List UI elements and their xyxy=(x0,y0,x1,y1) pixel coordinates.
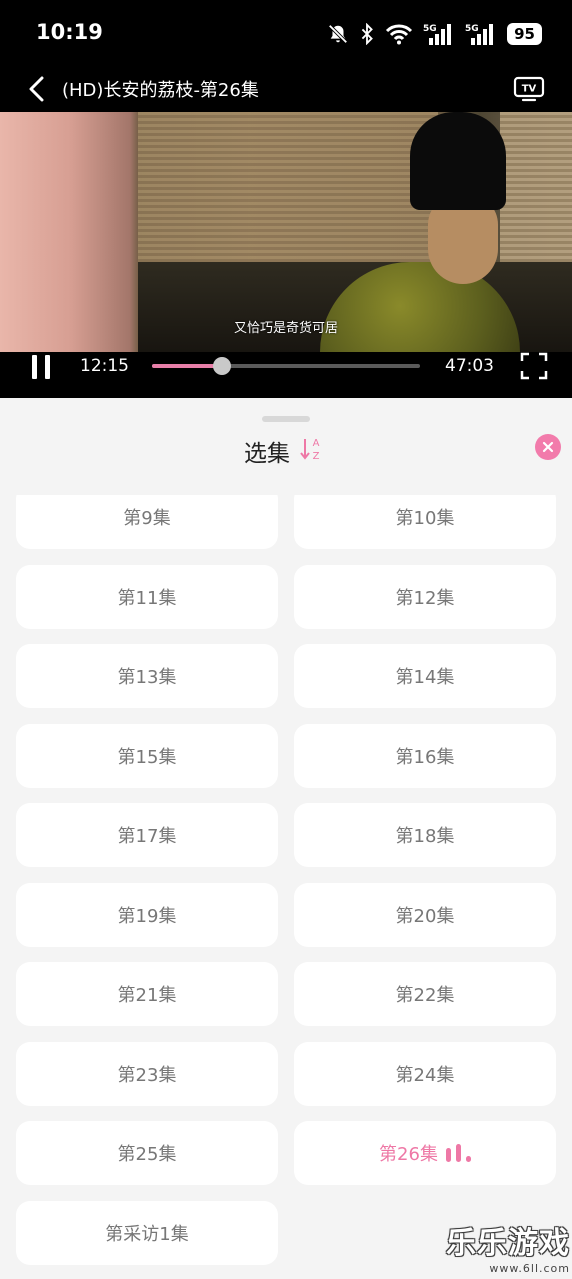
episode-label: 第14集 xyxy=(395,667,455,688)
sort-label-z: Z xyxy=(313,451,320,462)
episode-label: 第16集 xyxy=(395,746,455,768)
progress-thumb[interactable] xyxy=(212,357,231,375)
tv-cast-button[interactable]: TV xyxy=(512,72,546,106)
now-playing-icon xyxy=(445,1144,471,1162)
episode-label: 第19集 xyxy=(117,905,177,927)
fullscreen-icon xyxy=(520,352,548,380)
chevron-left-icon xyxy=(29,76,44,102)
episode-item[interactable]: 第16集 xyxy=(294,723,556,788)
duration-time: 47:03 xyxy=(445,356,494,376)
episode-item[interactable]: 第采访1集 xyxy=(16,1200,278,1265)
video-scene-blind-right xyxy=(500,112,572,262)
status-icons: 5G 5G 95 xyxy=(327,20,542,48)
video-scene-hat xyxy=(410,112,506,210)
status-time: 10:19 xyxy=(36,20,103,44)
pause-button[interactable] xyxy=(27,352,55,382)
fullscreen-button[interactable] xyxy=(520,352,548,380)
episode-item[interactable]: 第18集 xyxy=(294,803,556,867)
episode-item[interactable]: 第15集 xyxy=(16,723,278,788)
episode-item[interactable]: 第11集 xyxy=(16,564,278,629)
video-title: (HD)长安的荔枝-第26集 xyxy=(62,80,259,101)
episode-label: 第13集 xyxy=(117,667,177,688)
episode-item[interactable]: 第17集 xyxy=(16,803,278,867)
episode-label: 第9集 xyxy=(123,508,171,529)
video-subtitle: 又恰巧是奇货可居 xyxy=(233,321,338,336)
episode-item[interactable]: 第26集 xyxy=(294,1121,556,1185)
episode-label: 第23集 xyxy=(117,1064,177,1086)
episode-item[interactable]: 第9集 xyxy=(16,495,278,549)
progress-fill xyxy=(152,364,222,368)
sheet-title: 选集 xyxy=(244,441,290,467)
episode-item[interactable]: 第20集 xyxy=(294,882,556,947)
watermark-url: www.6ll.com xyxy=(489,1262,570,1275)
episode-item[interactable]: 第24集 xyxy=(294,1041,556,1106)
episode-item[interactable]: 第12集 xyxy=(294,564,556,629)
video-frame[interactable]: 又恰巧是奇货可居 xyxy=(0,112,572,352)
episode-item[interactable]: 第19集 xyxy=(16,882,278,947)
pause-icon xyxy=(32,355,50,379)
wifi-icon xyxy=(385,23,413,45)
bluetooth-icon xyxy=(359,23,375,45)
episode-item[interactable]: 第14集 xyxy=(294,644,556,708)
current-time: 12:15 xyxy=(80,356,129,376)
sheet-drag-handle[interactable] xyxy=(262,416,310,422)
episode-label: 第22集 xyxy=(395,985,455,1006)
episode-label: 第15集 xyxy=(117,746,177,768)
signal-5g-label: 5G xyxy=(465,24,479,34)
sort-label-a: A xyxy=(313,438,320,449)
episode-label: 第17集 xyxy=(117,826,177,847)
watermark-text: 乐乐游戏 xyxy=(446,1226,570,1261)
signal-5g-label: 5G xyxy=(423,24,437,34)
mute-bell-icon xyxy=(327,23,349,45)
episode-label: 第18集 xyxy=(395,826,455,847)
episode-label: 第26集 xyxy=(379,1144,438,1165)
signal-5g-icon: 5G xyxy=(465,22,497,46)
close-button[interactable] xyxy=(535,434,561,460)
episode-item[interactable]: 第23集 xyxy=(16,1041,278,1106)
episode-label: 第10集 xyxy=(395,508,455,529)
battery-indicator: 95 xyxy=(507,23,542,45)
episode-label: 第21集 xyxy=(117,985,177,1006)
signal-5g-icon: 5G xyxy=(423,22,455,46)
sort-button[interactable]: AZ xyxy=(300,436,322,462)
progress-bar[interactable] xyxy=(152,357,420,375)
episode-item[interactable]: 第21集 xyxy=(16,962,278,1026)
tv-label: TV xyxy=(522,84,537,95)
episode-label: 第采访1集 xyxy=(105,1223,189,1245)
tv-cast-icon: TV xyxy=(513,76,545,102)
episode-label: 第11集 xyxy=(117,587,177,609)
episode-label: 第12集 xyxy=(395,587,455,609)
episode-label: 第24集 xyxy=(395,1064,455,1086)
watermark: 乐乐游戏 www.6ll.com xyxy=(446,1218,570,1275)
episode-label: 第25集 xyxy=(117,1144,177,1165)
episode-item[interactable]: 第22集 xyxy=(294,962,556,1026)
player-header: (HD)长安的荔枝-第26集 TV xyxy=(0,68,572,112)
episode-label: 第20集 xyxy=(395,905,455,927)
episode-grid: 第9集 第10集第11集 第12集第13集 第14集第15集 第16集第17集 第18集第… xyxy=(16,495,556,1279)
sort-az-icon: AZ xyxy=(300,438,320,462)
status-bar: 10:19 5G 5G 95 xyxy=(0,0,572,68)
back-button[interactable] xyxy=(20,72,54,106)
episode-sheet: 选集 AZ 第9集 第10集第11集 第12集第13集 第14集第15集 第16集第17… xyxy=(0,400,572,1279)
player-controls: 12:15 47:03 xyxy=(0,352,572,398)
episode-item[interactable]: 第13集 xyxy=(16,644,278,708)
video-scene-blind xyxy=(138,112,438,262)
episode-item[interactable]: 第10集 xyxy=(294,495,556,549)
episode-item[interactable]: 第25集 xyxy=(16,1121,278,1185)
close-icon xyxy=(542,441,554,453)
